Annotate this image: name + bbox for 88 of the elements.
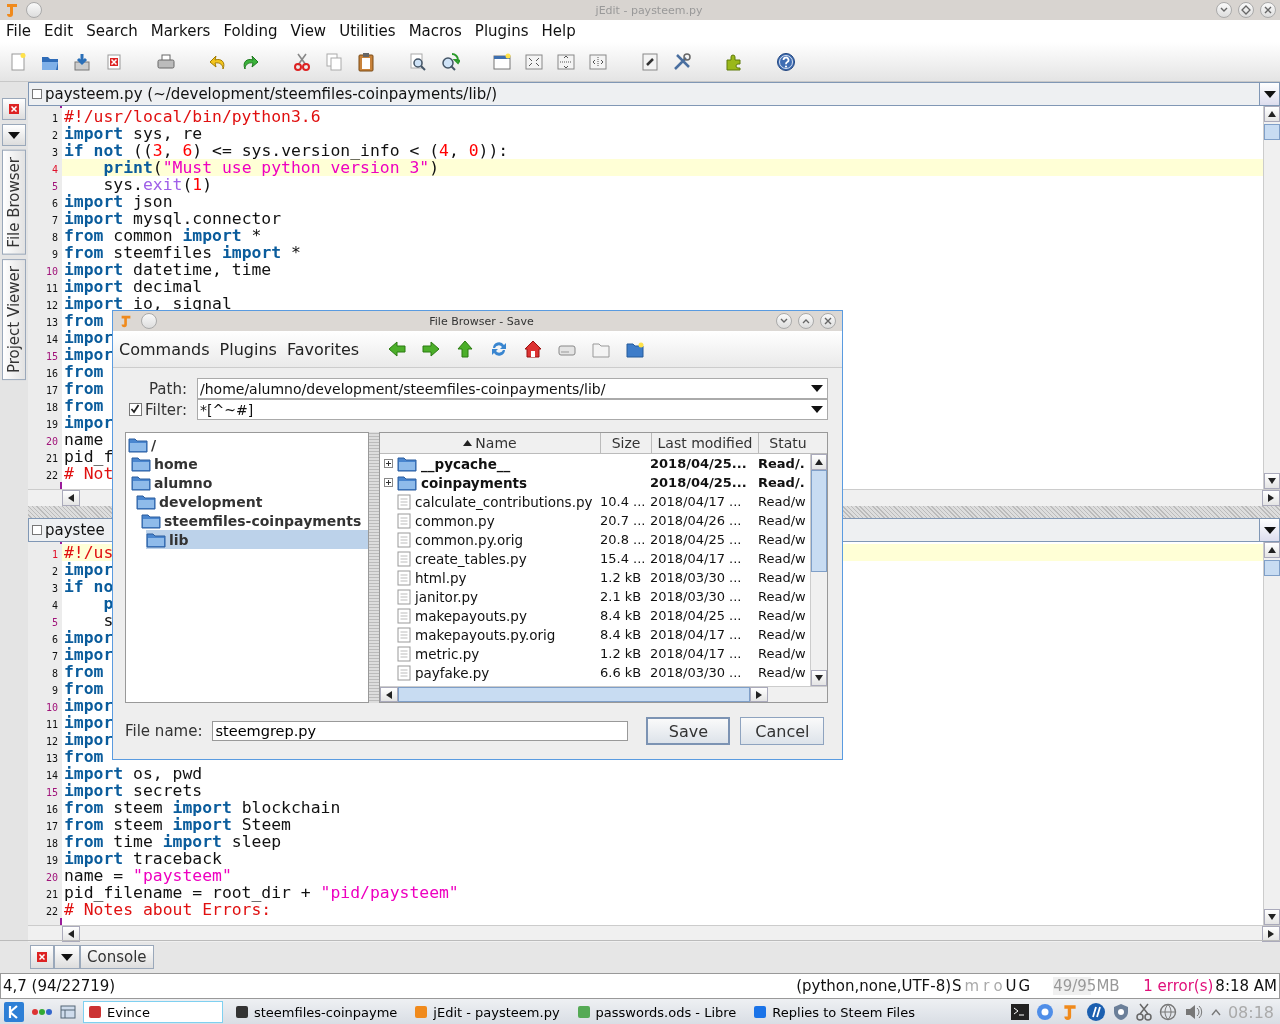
- code-line: print("Must use python version 3"): [102, 159, 439, 176]
- code-line: from common import *: [64, 227, 262, 244]
- filter-label: Filter:: [145, 400, 187, 419]
- file-date: 2018/04/17 ...: [650, 627, 742, 642]
- code-line: s: [102, 612, 114, 629]
- file-size: 15.4 ...: [600, 551, 646, 566]
- file-date: 2018/04/17 ...: [650, 494, 742, 509]
- file-size: 20.8 ...: [600, 532, 646, 547]
- file-date: 2018/04/25...: [650, 456, 747, 471]
- file-size: 20.7 ...: [600, 513, 646, 528]
- code-line: import secrets: [64, 782, 203, 799]
- code-line: impor: [64, 329, 114, 346]
- code-line: p: [102, 595, 114, 612]
- caret-position: 4,7 (94/22719): [3, 977, 116, 995]
- file-date: 2018/04/17 ...: [650, 551, 742, 566]
- code-line: impor: [64, 629, 114, 646]
- code-line: pid_f: [64, 448, 114, 465]
- code-line: import traceback: [64, 850, 222, 867]
- file-status: Read/w: [758, 608, 806, 623]
- file-size: 10.4 ...: [600, 494, 646, 509]
- code-line: impor: [64, 346, 114, 363]
- code-line: import decimal: [64, 278, 203, 295]
- file-status: Read/.: [758, 475, 805, 490]
- code-line: pid_filename = root_dir + "pid/paysteem": [64, 884, 459, 901]
- file-status: Read/w: [758, 570, 806, 585]
- code-line: from: [64, 663, 104, 680]
- code-line: # Not: [64, 465, 114, 482]
- code-line: import datetime, time: [64, 261, 272, 278]
- file-name-label: File name:: [125, 722, 203, 740]
- file-date: 2018/03/30 ...: [650, 589, 742, 604]
- code-line: impor: [64, 731, 114, 748]
- code-line: from steem import Steem: [64, 816, 291, 833]
- code-line: impor: [64, 697, 114, 714]
- code-line: from: [64, 748, 104, 765]
- file-status: Read/w: [758, 589, 806, 604]
- code-line: impor: [64, 646, 114, 663]
- code-line: #!/usr/local/bin/python3.6: [64, 108, 321, 125]
- code-line: name: [64, 431, 104, 448]
- code-line: impor: [64, 414, 114, 431]
- code-line: from time import sleep: [64, 833, 282, 850]
- code-line: from: [64, 380, 104, 397]
- file-size: 2.1 kB: [600, 589, 642, 604]
- code-line: impor: [64, 561, 114, 578]
- file-date: 2018/03/30 ...: [650, 665, 742, 680]
- code-line: from steemfiles import *: [64, 244, 301, 261]
- code-line: from steem import blockchain: [64, 799, 341, 816]
- code-line: import sys, re: [64, 125, 203, 142]
- file-date: 2018/04/25 ...: [650, 608, 742, 623]
- code-line: if not ((3, 6) <= sys.version_info < (4, 0)):: [64, 142, 509, 159]
- code-line: name = "paysteem": [64, 867, 232, 884]
- buffer-title: paystee: [45, 521, 105, 539]
- file-date: 2018/03/30 ...: [650, 570, 742, 585]
- code-line: impor: [64, 714, 114, 731]
- file-status: Read/w: [758, 513, 806, 528]
- file-status: Read/w: [758, 494, 806, 509]
- file-size: 6.6 kB: [600, 665, 642, 680]
- code-line: from: [64, 312, 104, 329]
- code-line: from: [64, 363, 104, 380]
- file-status: Read/w: [758, 551, 806, 566]
- file-status: Read/w: [758, 665, 806, 680]
- status-time: 8:18 AM: [1215, 977, 1277, 995]
- code-line: import mysql.connector: [64, 210, 282, 227]
- path-label: Path:: [149, 379, 187, 398]
- file-status: Read/w: [758, 532, 806, 547]
- code-line: sys.exit(1): [102, 176, 213, 193]
- file-size: 8.4 kB: [600, 627, 642, 642]
- buffer-title: paysteem.py (~/development/steemfiles-coinpayments/lib/): [45, 85, 498, 103]
- code-line: # Notes about Errors:: [64, 901, 272, 918]
- file-status: Read/w: [758, 646, 806, 661]
- dialog-title: File Browser - Save: [428, 314, 535, 328]
- file-size: 8.4 kB: [600, 608, 642, 623]
- code-line: #!/us: [64, 544, 114, 561]
- file-date: 2018/04/26 ...: [650, 513, 742, 528]
- file-status: Read/.: [758, 456, 805, 471]
- file-size: 1.2 kB: [600, 570, 642, 585]
- code-line: from: [64, 397, 104, 414]
- file-date: 2018/04/17 ...: [650, 646, 742, 661]
- window-title: jEdit - paysteem.py: [594, 3, 704, 17]
- code-line: from: [64, 680, 104, 697]
- code-line: import io, signal: [64, 295, 232, 312]
- code-line: if no: [64, 578, 114, 595]
- buffer-mode: (python,none,UTF-8): [796, 977, 952, 995]
- file-date: 2018/04/25 ...: [650, 532, 742, 547]
- code-line: import json: [64, 193, 173, 210]
- code-line: import os, pwd: [64, 765, 203, 782]
- file-size: 1.2 kB: [600, 646, 642, 661]
- file-status: Read/w: [758, 627, 806, 642]
- file-date: 2018/04/25...: [650, 475, 747, 490]
